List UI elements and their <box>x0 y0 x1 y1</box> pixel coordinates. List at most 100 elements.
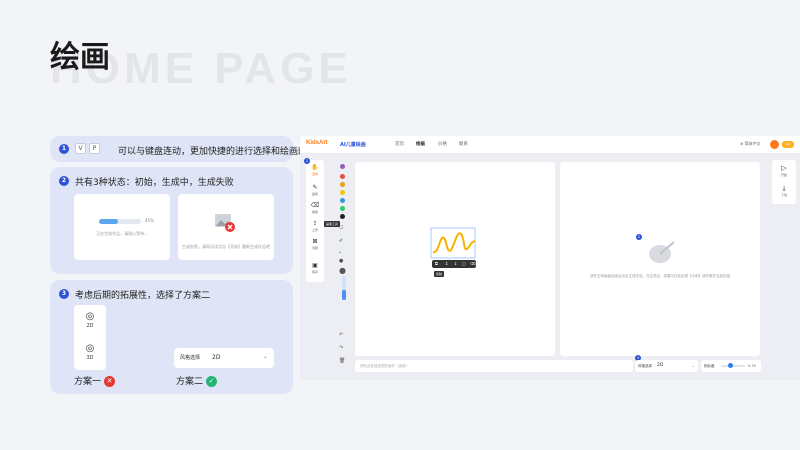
selection-tooltip: 复制 <box>434 271 445 277</box>
generating-text: 正在生成作品，请耐心等待... <box>96 231 148 236</box>
shape-icon[interactable]: ◻ <box>339 224 343 230</box>
slider-fill <box>342 290 346 300</box>
start-button[interactable]: ▷ 开始 <box>772 164 796 177</box>
language-select[interactable]: ⊕ 简体中文 <box>740 141 761 147</box>
brush-size-slider[interactable] <box>342 276 346 300</box>
drawing-stroke <box>430 227 476 259</box>
color-swatch[interactable] <box>340 190 345 195</box>
similarity-value: 0.35 <box>748 364 756 368</box>
3d-icon: ◎ <box>85 343 95 354</box>
globe-icon: ⊕ <box>740 141 744 146</box>
failed-image-icon <box>215 214 235 232</box>
download-button[interactable]: ⤓ 下载 <box>772 184 796 197</box>
dim-3d-button[interactable]: ◎ 3D <box>74 343 106 361</box>
note-text: 可以与键盘连动，更加快捷的进行选择和绘画的切换 <box>118 147 326 157</box>
slider-track[interactable] <box>721 365 745 367</box>
similarity-slider[interactable]: 相似度 0.35 <box>701 360 761 372</box>
option-one-switch: ◎ 2D ◎ 3D <box>74 305 106 370</box>
step-badge: 1 <box>59 144 69 154</box>
page-title: 绘画 <box>50 40 110 75</box>
failed-state-card: 生成失败，请再试试点击【开始】重新生成作品吧 <box>178 194 274 260</box>
note-text: 考虑后期的拓展性，选择了方案二 <box>75 291 211 301</box>
dim-2d-label: 2D <box>86 323 94 329</box>
app-name: AI儿童绘画 <box>340 142 366 148</box>
align-icon[interactable]: ↧ <box>454 261 457 266</box>
key-v: V <box>75 143 86 154</box>
result-placeholder-text: 请在左侧画板绘画后点击生成作品，在生成后，将展示在此区域【示例】请勿离开当前页面 <box>590 274 730 278</box>
tool-label: 选择 <box>311 172 318 176</box>
color-swatch[interactable] <box>340 182 345 187</box>
style-select[interactable]: 风格选择 2D ⌄ <box>635 360 698 372</box>
style-label: 风格选择 <box>638 364 652 368</box>
chevron-down-icon: ⌄ <box>691 363 695 368</box>
progress-bar <box>99 219 141 224</box>
color-swatch[interactable] <box>340 214 345 219</box>
color-swatch[interactable] <box>340 198 345 203</box>
step-badge: 1 <box>304 158 310 164</box>
nav-contact[interactable]: 联系 <box>459 141 468 147</box>
flip-icon[interactable]: ↕ <box>445 261 448 266</box>
tool-label: 画笔 <box>311 192 318 196</box>
tool-tooltip: 画笔工具 <box>324 221 341 227</box>
color-swatch[interactable] <box>340 164 345 169</box>
prompt-input[interactable]: 请在此处描述您的画作（选填） <box>355 360 633 372</box>
reject-icon: ✕ <box>104 376 116 387</box>
trash-icon[interactable]: 🗑 <box>339 358 345 364</box>
undo-icon[interactable]: ↶ <box>339 332 343 338</box>
result-canvas: 2 请在左侧画板绘画后点击生成作品，在生成后，将展示在此区域【示例】请勿离开当前… <box>560 162 760 356</box>
right-toolbar: ▷ 开始 ⤓ 下载 <box>772 160 796 204</box>
chevron-down-icon: ⌄ <box>262 353 268 360</box>
copy-icon[interactable]: ⧉ <box>435 261 438 266</box>
color-swatch[interactable] <box>340 206 345 211</box>
tool-select[interactable]: ✋ 选择 <box>306 164 324 176</box>
style-select-value: 2D <box>212 354 221 361</box>
slider-knob[interactable] <box>727 363 733 368</box>
brush-icon: ✎ <box>312 184 318 191</box>
drawing-canvas[interactable]: ⧉ ↕ ↧ ▢ ⌫ 复制 <box>355 162 555 356</box>
play-icon: ▷ <box>781 164 787 172</box>
option-two-select[interactable]: 风格选择 2D ⌄ <box>174 348 274 368</box>
tool-upload[interactable]: ⇪ 上传 <box>306 220 324 232</box>
nav-home[interactable]: 首页 <box>395 141 404 147</box>
check-icon: ✓ <box>206 376 218 387</box>
nav-price[interactable]: 价格 <box>438 141 447 147</box>
note-panel-states: 2 共有3种状态：初始，生成中，生成失败 45% 正在生成作品，请耐心等待...… <box>50 167 293 274</box>
redo-icon[interactable]: ↷ <box>339 345 343 351</box>
crop-icon[interactable]: ▢ <box>462 261 466 266</box>
style-value: 2D <box>657 363 664 368</box>
logo: KidsArt <box>306 140 328 146</box>
note-panel-options: 3 考虑后期的拓展性，选择了方案二 ◎ 2D ◎ 3D 风格选择 2D ⌄ 方案… <box>50 280 293 394</box>
select-icon: ✋ <box>311 164 319 171</box>
size-small-icon[interactable]: • <box>339 250 341 255</box>
color-swatch[interactable] <box>340 174 345 179</box>
tool-save[interactable]: ▣ 保存 <box>306 262 324 274</box>
step-badge: 2 <box>59 176 69 186</box>
tool-clear[interactable]: ⊠ 清屏 <box>306 238 324 250</box>
save-icon: ▣ <box>312 262 318 269</box>
tool-label: 擦除 <box>311 210 318 214</box>
size-large-icon[interactable]: ● <box>339 266 346 275</box>
vip-badge: VIP <box>782 141 794 148</box>
placeholder-art-icon <box>649 241 675 263</box>
avatar[interactable] <box>770 140 779 149</box>
tool-panel: ✋ 选择 ✎ 画笔 ⌫ 擦除 ⇪ 上传 ⊠ 清屏 ▣ 保存 <box>306 160 324 282</box>
option-two-label: 方案二 <box>176 377 204 387</box>
delete-icon[interactable]: ⌫ <box>470 261 476 266</box>
dim-2d-button[interactable]: ◎ 2D <box>74 311 106 329</box>
clear-icon: ⊠ <box>312 238 318 245</box>
tool-label: 上传 <box>311 228 318 232</box>
option-one-tag: 方案一 ✕ <box>74 374 116 387</box>
pen-icon[interactable]: ✐ <box>339 238 343 244</box>
eraser-icon: ⌫ <box>310 202 320 209</box>
2d-icon: ◎ <box>85 311 95 322</box>
size-medium-icon[interactable]: ● <box>339 258 343 264</box>
download-label: 下载 <box>780 193 787 197</box>
tool-label: 清屏 <box>311 246 318 250</box>
app-topbar: KidsArt AI儿童绘画 首页 绘画 价格 联系 ⊕ 简体中文 VIP <box>300 136 800 154</box>
nav-draw[interactable]: 绘画 <box>416 141 425 147</box>
tool-brush[interactable]: ✎ 画笔 <box>306 184 324 196</box>
progress-label: 45% <box>145 218 154 223</box>
step-badge: 2 <box>636 234 642 240</box>
tool-erase[interactable]: ⌫ 擦除 <box>306 202 324 214</box>
app-screenshot: KidsArt AI儿童绘画 首页 绘画 价格 联系 ⊕ 简体中文 VIP ✋ 选… <box>300 136 800 380</box>
